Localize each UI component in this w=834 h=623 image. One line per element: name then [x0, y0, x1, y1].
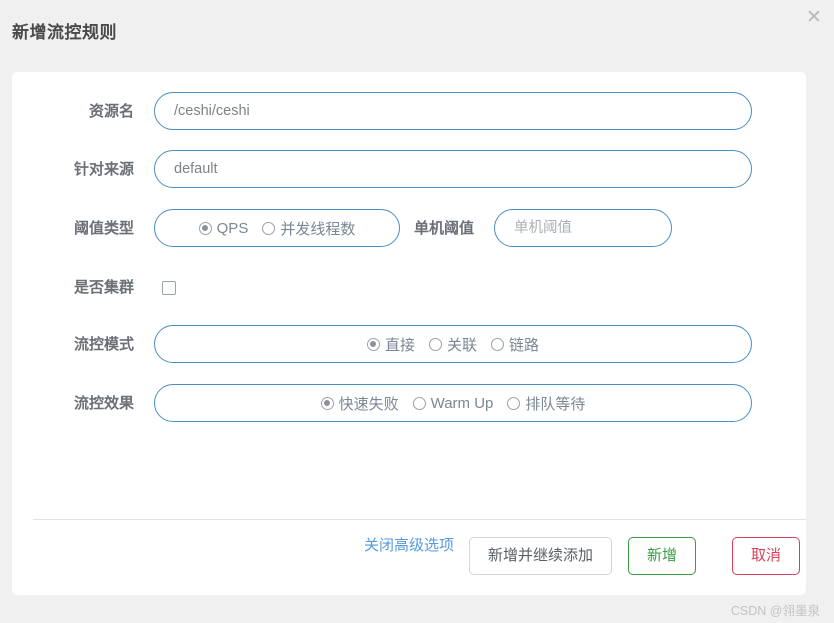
- radio-flow-mode-relate[interactable]: 关联: [428, 334, 477, 355]
- is-cluster-checkbox[interactable]: [162, 281, 176, 295]
- radio-threshold-qps-label: QPS: [216, 219, 249, 237]
- form-row-cluster: 是否集群: [12, 268, 806, 308]
- radio-flow-mode-direct[interactable]: 直接: [366, 334, 415, 355]
- radio-mark-icon: [428, 337, 442, 351]
- origin-label: 针对来源: [73, 161, 134, 178]
- radio-mark-icon: [320, 396, 334, 410]
- flow-mode-field-wrap: 直接 关联 链路: [154, 325, 752, 363]
- flow-mode-label: 流控模式: [73, 336, 134, 353]
- form-row-origin: 针对来源: [12, 150, 806, 190]
- threshold-type-label: 阈值类型: [73, 220, 134, 237]
- close-icon[interactable]: ✕: [801, 4, 827, 30]
- dialog-header: 新增流控规则 ✕: [0, 0, 834, 72]
- radio-mark-icon: [366, 337, 380, 351]
- form-row-flow-mode: 流控模式 直接 关联 链路: [12, 325, 806, 365]
- resource-input[interactable]: [154, 92, 752, 130]
- resource-label: 资源名: [88, 103, 134, 120]
- watermark: CSDN @翎墨泉: [730, 604, 820, 618]
- resource-field-wrap: [154, 92, 752, 130]
- radio-flow-mode-chain-label: 链路: [509, 336, 540, 354]
- add-button[interactable]: 新增: [627, 537, 696, 575]
- footer-divider: [33, 519, 806, 520]
- single-threshold-input[interactable]: [494, 209, 672, 247]
- is-cluster-field-wrap: [162, 281, 176, 300]
- single-threshold-label: 单机阈值: [413, 220, 474, 237]
- dialog-footer: 新增并继续添加 新增 取消: [12, 537, 806, 595]
- flow-mode-radio-group: 直接 关联 链路: [154, 325, 752, 363]
- single-threshold-field-wrap: [494, 209, 672, 247]
- add-and-continue-button[interactable]: 新增并继续添加: [468, 537, 612, 575]
- radio-mark-icon: [262, 221, 276, 235]
- dialog-body: 资源名 针对来源 阈值类型 QPS: [12, 72, 806, 595]
- flow-effect-field-wrap: 快速失败 Warm Up 排队等待: [154, 384, 752, 422]
- radio-mark-icon: [198, 221, 212, 235]
- flow-effect-radio-group: 快速失败 Warm Up 排队等待: [154, 384, 752, 422]
- radio-flow-effect-fail-fast-label: 快速失败: [338, 395, 399, 413]
- origin-field-wrap: [154, 150, 752, 188]
- radio-flow-effect-warm-up[interactable]: Warm Up: [412, 394, 494, 412]
- radio-flow-effect-queue[interactable]: 排队等待: [507, 393, 585, 414]
- radio-flow-effect-fail-fast[interactable]: 快速失败: [320, 393, 399, 414]
- origin-input[interactable]: [154, 150, 752, 188]
- radio-flow-effect-queue-label: 排队等待: [525, 395, 586, 413]
- form-row-flow-effect: 流控效果 快速失败 Warm Up 排队等待: [12, 384, 806, 424]
- radio-flow-mode-direct-label: 直接: [384, 336, 415, 354]
- form-row-resource: 资源名: [12, 92, 806, 132]
- radio-mark-icon: [412, 396, 426, 410]
- is-cluster-label: 是否集群: [73, 279, 134, 296]
- cancel-button[interactable]: 取消: [731, 537, 800, 575]
- radio-flow-mode-relate-label: 关联: [446, 336, 477, 354]
- radio-mark-icon: [507, 396, 521, 410]
- radio-threshold-qps[interactable]: QPS: [198, 219, 249, 237]
- radio-flow-mode-chain[interactable]: 链路: [491, 334, 539, 355]
- radio-mark-icon: [491, 337, 504, 351]
- add-flow-rule-dialog: 新增流控规则 ✕ 资源名 针对来源 阈值类型 QPS: [0, 0, 834, 623]
- radio-flow-effect-warm-up-label: Warm Up: [430, 394, 494, 412]
- form-row-threshold: 阈值类型 QPS 并发线程数 单机阈值: [12, 209, 806, 249]
- flow-effect-label: 流控效果: [73, 395, 134, 412]
- page-title: 新增流控规则: [12, 23, 117, 42]
